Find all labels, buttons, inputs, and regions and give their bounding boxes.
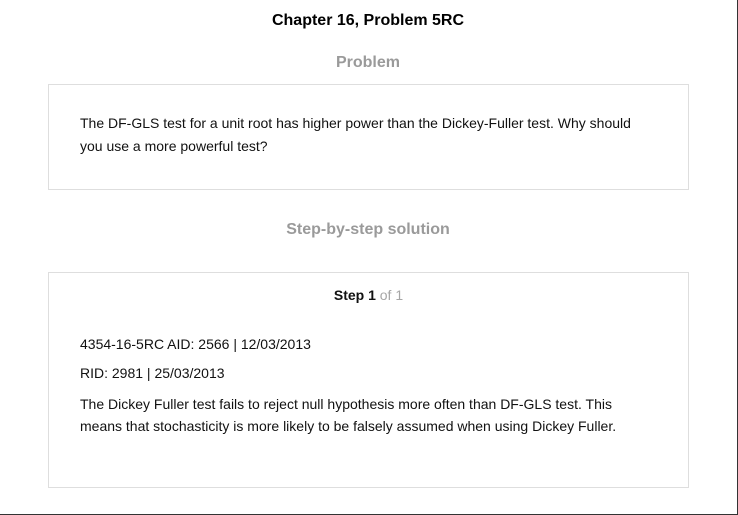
step-number-label: Step 1: [333, 287, 376, 303]
solution-id-line: 4354-16-5RC AID: 2566 | 12/03/2013: [80, 336, 311, 352]
page-title: Chapter 16, Problem 5RC: [271, 12, 465, 29]
step-total-label: of 1: [379, 287, 404, 303]
problem-heading: Problem: [335, 54, 400, 71]
problem-card: The DF-GLS test for a unit root has high…: [48, 84, 689, 190]
solution-page: Chapter 16, Problem 5RC Problem The DF-G…: [0, 0, 738, 515]
solution-card: Step 1 of 1 4354-16-5RC AID: 2566 | 12/0…: [48, 272, 689, 488]
solution-rid-line: RID: 2981 | 25/03/2013: [80, 365, 225, 381]
step-header: Step 1 of 1: [49, 286, 688, 304]
problem-text: The DF-GLS test for a unit root has high…: [80, 115, 631, 154]
solution-answer-text: The Dickey Fuller test fails to reject n…: [80, 396, 617, 434]
solution-heading: Step-by-step solution: [286, 221, 450, 238]
